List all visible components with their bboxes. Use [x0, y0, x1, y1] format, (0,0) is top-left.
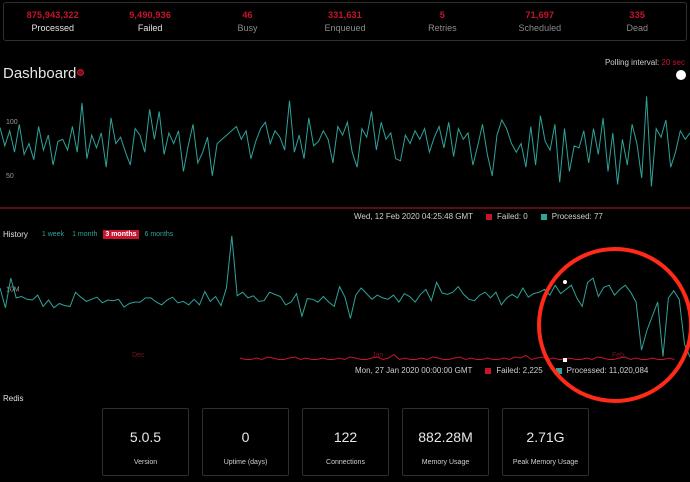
- redis-card: 122 Connections: [302, 408, 389, 476]
- redis-card: 2.71G Peak Memory Usage: [502, 408, 589, 476]
- redis-card-value: 882.28M: [418, 429, 473, 445]
- page-title: Dashboard: [3, 65, 77, 82]
- range-1-month[interactable]: 1 month: [70, 230, 99, 239]
- stat-value: 335: [629, 10, 646, 20]
- realtime-failed: Failed: 0: [497, 212, 528, 221]
- stat-label: Retries: [428, 23, 457, 33]
- failed-swatch: [485, 367, 492, 374]
- processed-series-line: [0, 96, 690, 187]
- realtime-chart[interactable]: 50 100: [0, 90, 690, 210]
- realtime-legend: Wed, 12 Feb 2020 04:25:48 GMT Failed: 0 …: [354, 212, 603, 221]
- stat-label: Busy: [237, 23, 258, 33]
- stat-retries[interactable]: 5 Retries: [394, 3, 491, 40]
- realtime-processed: Processed: 77: [551, 212, 603, 221]
- polling-label: Polling interval:: [604, 58, 660, 67]
- redis-card-label: Peak Memory Usage: [512, 459, 579, 466]
- range-1-week[interactable]: 1 week: [40, 230, 66, 239]
- stat-value: 46: [242, 10, 253, 20]
- live-status-dot: [77, 69, 84, 76]
- stat-value: 331,631: [328, 10, 362, 20]
- polling-value: 20 sec: [661, 58, 685, 67]
- stat-busy[interactable]: 46 Busy: [199, 3, 296, 40]
- stat-failed[interactable]: 9,490,936 Failed: [101, 3, 198, 40]
- stat-value: 5: [439, 10, 445, 20]
- y-tick-label: 50: [6, 173, 14, 180]
- failed-swatch: [486, 213, 493, 220]
- stat-label: Failed: [137, 23, 163, 33]
- redis-title: Redis: [3, 394, 24, 403]
- redis-card: 0 Uptime (days): [202, 408, 289, 476]
- stat-value: 875,943,322: [26, 10, 79, 20]
- range-6-months[interactable]: 6 months: [143, 230, 176, 239]
- redis-card: 882.28M Memory Usage: [402, 408, 489, 476]
- redis-card-label: Version: [133, 459, 158, 466]
- redis-card-value: 122: [333, 429, 358, 445]
- redis-card-label: Connections: [326, 459, 365, 466]
- realtime-timestamp: Wed, 12 Feb 2020 04:25:48 GMT: [354, 212, 474, 221]
- x-tick-label: Jan: [372, 352, 383, 359]
- stat-dead[interactable]: 335 Dead: [589, 3, 686, 40]
- redis-card-value: 0: [241, 429, 250, 445]
- redis-cards: 5.0.5 Version 0 Uptime (days) 122 Connections…: [102, 408, 589, 476]
- y-tick-label: 100: [6, 119, 18, 126]
- redis-card-label: Memory Usage: [421, 459, 470, 466]
- redis-card-value: 2.71G: [526, 429, 565, 445]
- redis-card-value: 5.0.5: [129, 429, 162, 445]
- stat-label: Processed: [31, 23, 74, 33]
- stat-scheduled[interactable]: 71,697 Scheduled: [491, 3, 588, 40]
- stat-label: Dead: [626, 23, 648, 33]
- stat-enqueued[interactable]: 331,631 Enqueued: [296, 3, 393, 40]
- stat-value: 9,490,936: [129, 10, 172, 20]
- stat-label: Enqueued: [324, 23, 366, 33]
- stat-label: Scheduled: [518, 23, 562, 33]
- history-header: History 1 week 1 month 3 months 6 months: [3, 230, 175, 239]
- history-failed: Failed: 2,225: [496, 366, 543, 375]
- x-tick-label: Dec: [132, 352, 145, 359]
- polling-interval-slider-handle[interactable]: [676, 70, 686, 80]
- range-3-months[interactable]: 3 months: [103, 230, 139, 239]
- history-title: History: [3, 230, 28, 239]
- stat-processed[interactable]: 875,943,322 Processed: [4, 3, 101, 40]
- stats-bar: 875,943,322 Processed 9,490,936 Failed 46 Bus…: [3, 2, 687, 41]
- history-timestamp: Mon, 27 Jan 2020 00:00:00 GMT: [355, 366, 473, 375]
- redis-card: 5.0.5 Version: [102, 408, 189, 476]
- redis-card-label: Uptime (days): [223, 459, 268, 466]
- stat-value: 71,697: [525, 10, 555, 20]
- polling-interval: Polling interval: 20 sec: [605, 58, 685, 67]
- annotation-circle: [537, 247, 690, 403]
- processed-swatch: [540, 213, 547, 220]
